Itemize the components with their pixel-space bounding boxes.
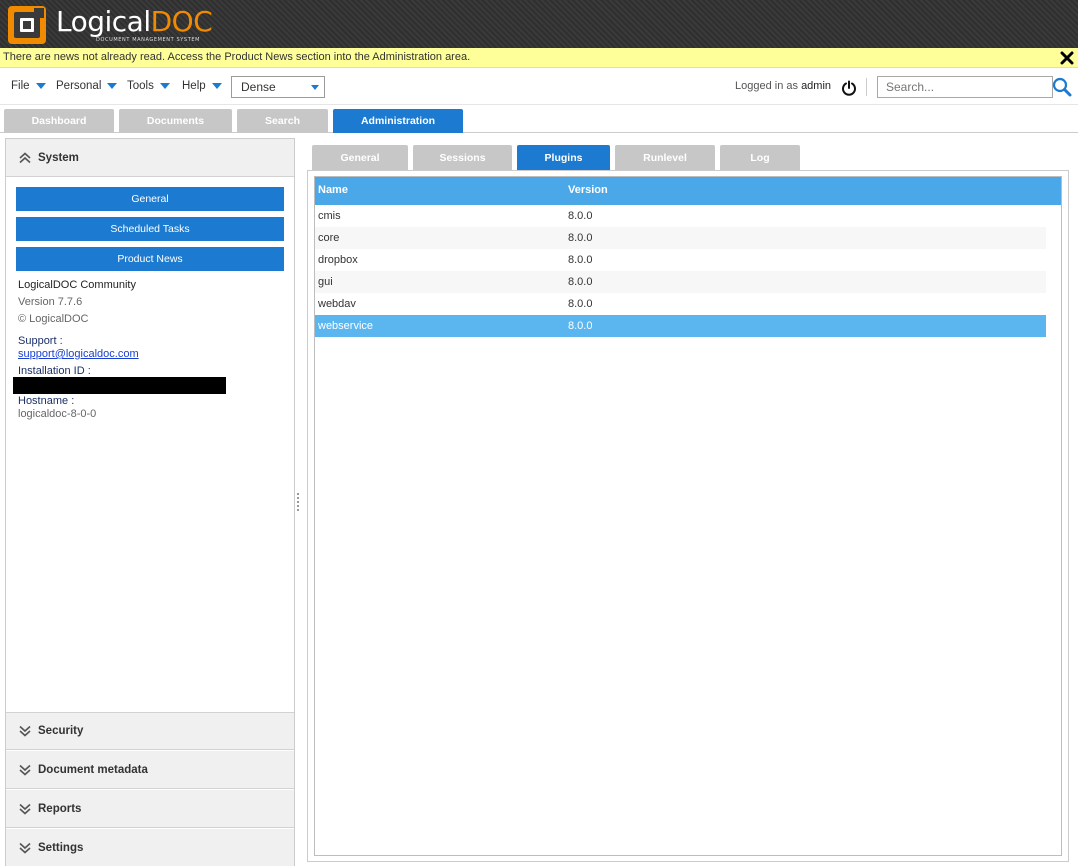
- product-news-button[interactable]: Product News: [16, 247, 284, 271]
- menu-tools[interactable]: Tools: [127, 80, 170, 92]
- menu-file[interactable]: File: [11, 80, 46, 92]
- chevron-up-icon: [19, 151, 31, 163]
- column-header-name[interactable]: Name: [318, 184, 348, 196]
- table-header: Name Version: [315, 177, 1061, 205]
- table-row[interactable]: gui 8.0.0: [315, 271, 1046, 293]
- plugin-name: gui: [318, 276, 333, 288]
- plugin-name: cmis: [318, 210, 341, 222]
- logo-subtitle: DOCUMENT MANAGEMENT SYSTEM: [96, 36, 201, 43]
- plugin-version: 8.0.0: [568, 232, 593, 244]
- installation-id-redacted: [13, 377, 226, 394]
- plugin-name: dropbox: [318, 254, 358, 266]
- username: admin: [801, 80, 832, 92]
- plugin-version: 8.0.0: [568, 254, 593, 266]
- menu-help[interactable]: Help: [182, 80, 222, 92]
- support-label: Support :: [18, 335, 63, 347]
- tab-dashboard[interactable]: Dashboard: [4, 109, 114, 133]
- section-reports[interactable]: Reports: [6, 790, 294, 828]
- chevron-down-icon: [19, 764, 31, 776]
- tab-documents[interactable]: Documents: [119, 109, 232, 133]
- news-bar: There are news not already read. Access …: [0, 48, 1078, 68]
- plugin-version: 8.0.0: [568, 276, 593, 288]
- tab-plugins[interactable]: Plugins: [517, 145, 610, 170]
- copyright: © LogicalDOC: [18, 313, 89, 325]
- tab-general[interactable]: General: [312, 145, 408, 170]
- table-row[interactable]: dropbox 8.0.0: [315, 249, 1046, 271]
- table-row[interactable]: webdav 8.0.0: [315, 293, 1046, 315]
- tab-sessions[interactable]: Sessions: [413, 145, 512, 170]
- admin-left-panel: System General Scheduled Tasks Product N…: [5, 138, 295, 866]
- chevron-down-icon: [311, 85, 319, 90]
- logged-in-status: Logged in as admin: [735, 80, 832, 92]
- plugin-version: 8.0.0: [568, 298, 593, 310]
- table-row[interactable]: core 8.0.0: [315, 227, 1046, 249]
- tab-search[interactable]: Search: [237, 109, 328, 133]
- installation-id-label: Installation ID :: [18, 365, 91, 377]
- scheduled-tasks-button[interactable]: Scheduled Tasks: [16, 217, 284, 241]
- close-icon[interactable]: [1060, 51, 1074, 65]
- general-button[interactable]: General: [16, 187, 284, 211]
- hostname-label: Hostname :: [18, 395, 75, 407]
- logicaldoc-logo[interactable]: LogicalDOC DOCUMENT MANAGEMENT SYSTEM: [8, 4, 213, 44]
- support-email-link[interactable]: support@logicaldoc.com: [18, 348, 139, 360]
- column-header-version[interactable]: Version: [568, 184, 608, 196]
- plugin-version: 8.0.0: [568, 320, 593, 332]
- search-input[interactable]: [877, 76, 1053, 98]
- plugin-name: webdav: [318, 298, 356, 310]
- logo-word-2: DOC: [150, 4, 213, 38]
- chevron-down-icon: [19, 725, 31, 737]
- tab-log[interactable]: Log: [720, 145, 800, 170]
- dropdown-arrow-icon: [159, 83, 170, 89]
- tab-administration[interactable]: Administration: [333, 109, 463, 133]
- logo-icon: [8, 6, 46, 44]
- plugin-version: 8.0.0: [568, 210, 593, 222]
- news-message: There are news not already read. Access …: [3, 51, 471, 63]
- menu-separator: [866, 78, 867, 96]
- logo-word-1: Logical: [56, 4, 151, 38]
- plugins-panel: Name Version cmis 8.0.0 core 8.0.0 dropb…: [307, 170, 1069, 862]
- app-header: LogicalDOC DOCUMENT MANAGEMENT SYSTEM: [0, 0, 1078, 48]
- table-row[interactable]: cmis 8.0.0: [315, 205, 1046, 227]
- dropdown-arrow-icon: [35, 83, 46, 89]
- product-name: LogicalDOC Community: [18, 279, 136, 291]
- main-tabs: Dashboard Documents Search Administratio…: [0, 106, 1078, 133]
- panel-splitter-handle[interactable]: [296, 493, 300, 515]
- plugins-table: Name Version cmis 8.0.0 core 8.0.0 dropb…: [314, 176, 1062, 856]
- density-select[interactable]: Dense: [231, 76, 325, 98]
- section-security[interactable]: Security: [6, 712, 294, 750]
- chevron-down-icon: [19, 803, 31, 815]
- dropdown-arrow-icon: [211, 83, 222, 89]
- table-row-selected[interactable]: webservice 8.0.0: [315, 315, 1046, 337]
- power-icon[interactable]: [841, 80, 857, 96]
- plugin-name: webservice: [318, 320, 374, 332]
- section-system[interactable]: System: [6, 139, 294, 177]
- section-settings[interactable]: Settings: [6, 829, 294, 866]
- plugin-name: core: [318, 232, 340, 244]
- hostname-value: logicaldoc-8-0-0: [18, 408, 97, 420]
- dropdown-arrow-icon: [107, 83, 118, 89]
- search-icon[interactable]: [1052, 77, 1072, 97]
- product-version: Version 7.7.6: [18, 296, 83, 308]
- chevron-down-icon: [19, 842, 31, 854]
- tab-runlevel[interactable]: Runlevel: [615, 145, 715, 170]
- menu-personal[interactable]: Personal: [56, 80, 118, 92]
- section-document-metadata[interactable]: Document metadata: [6, 751, 294, 789]
